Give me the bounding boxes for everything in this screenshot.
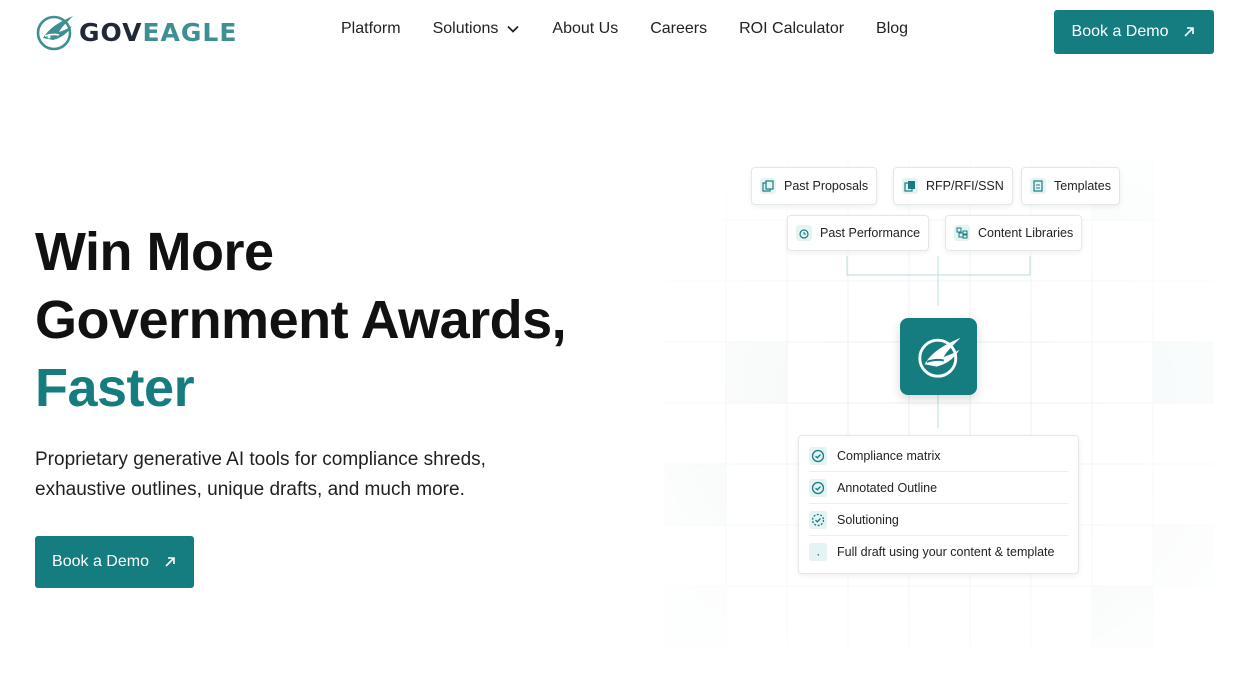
check-circle-icon (809, 478, 827, 497)
chip-label: Past Proposals (784, 179, 869, 193)
chevron-down-icon (507, 25, 520, 33)
button-label: Book a Demo (1071, 23, 1169, 40)
nav-item-roi-calculator[interactable]: ROI Calculator (739, 20, 844, 38)
output-item: Full draft using your content & template (809, 536, 1068, 568)
nav-item-about-us[interactable]: About Us (552, 20, 618, 38)
hero-title-line2: Government Awards, (35, 290, 567, 350)
workflow-illustration: Past Proposals RFP/RFI/SSN Templates Pas… (664, 160, 1214, 647)
output-item: Solutioning (809, 504, 1068, 536)
eagle-logo-icon (917, 337, 961, 378)
nav-item-blog[interactable]: Blog (876, 20, 908, 38)
hero-title: Win More Government Awards, Faster (35, 218, 567, 422)
documents-icon (902, 178, 918, 194)
output-item: Annotated Outline (809, 472, 1068, 504)
hero-title-line1: Win More (35, 222, 274, 282)
hero-subtitle: Proprietary generative AI tools for comp… (35, 449, 486, 500)
input-chip-rfp: RFP/RFI/SSN (893, 167, 1013, 205)
chip-label: Past Performance (820, 226, 921, 240)
loading-icon (809, 543, 827, 561)
input-chip-content-libraries: Content Libraries (945, 215, 1083, 251)
hero-book-demo-button[interactable]: Book a Demo (35, 536, 194, 588)
outputs-panel: Compliance matrix Annotated Outline Solu… (798, 435, 1079, 574)
output-label: Solutioning (837, 512, 899, 527)
nav-item-label: About Us (552, 20, 619, 37)
input-chip-past-performance: Past Performance (787, 215, 930, 251)
chip-label: RFP/RFI/SSN (926, 179, 1004, 193)
arrow-up-right-icon (165, 557, 175, 567)
nav-item-label: ROI Calculator (739, 20, 845, 37)
chip-label: Content Libraries (978, 226, 1074, 240)
output-item: Compliance matrix (809, 440, 1068, 472)
nav-item-solutions[interactable]: Solutions (433, 20, 521, 38)
arrow-up-right-icon (1184, 27, 1195, 37)
output-label: Full draft using your content & template (837, 545, 1055, 559)
chip-label: Templates (1054, 179, 1111, 193)
logo-gov-text: GOV (79, 17, 143, 47)
input-chip-templates: Templates (1021, 167, 1120, 205)
history-icon (796, 225, 812, 241)
check-circle-icon (809, 446, 827, 465)
nav-item-label: Blog (876, 20, 909, 37)
library-icon (954, 225, 970, 241)
nav-item-label: Platform (341, 20, 401, 37)
check-circle-icon (809, 510, 827, 529)
nav-item-label: Solutions (432, 20, 499, 37)
copy-icon (760, 178, 776, 194)
hero-title-accent: Faster (35, 358, 195, 418)
header-book-demo-button[interactable]: Book a Demo (1054, 10, 1214, 54)
output-label: Annotated Outline (837, 480, 938, 495)
goveagle-logo[interactable]: GOVEAGLE (35, 12, 237, 52)
site-header: GOVEAGLE Platform Solutions About Us Car… (0, 0, 1251, 64)
eagle-logo-icon (36, 15, 73, 51)
logo-eagle-text: EAGLE (142, 17, 238, 47)
logo-wordmark: GOVEAGLE (79, 18, 237, 47)
goveagle-hub (900, 318, 977, 395)
nav-item-label: Careers (650, 20, 708, 37)
button-label: Book a Demo (52, 553, 149, 570)
nav-item-platform[interactable]: Platform (341, 20, 401, 38)
nav-item-careers[interactable]: Careers (650, 20, 707, 38)
main-nav: Platform Solutions About Us Careers ROI … (341, 20, 940, 38)
output-label: Compliance matrix (837, 448, 941, 463)
input-chip-past-proposals: Past Proposals (751, 167, 878, 205)
file-icon (1030, 178, 1046, 194)
